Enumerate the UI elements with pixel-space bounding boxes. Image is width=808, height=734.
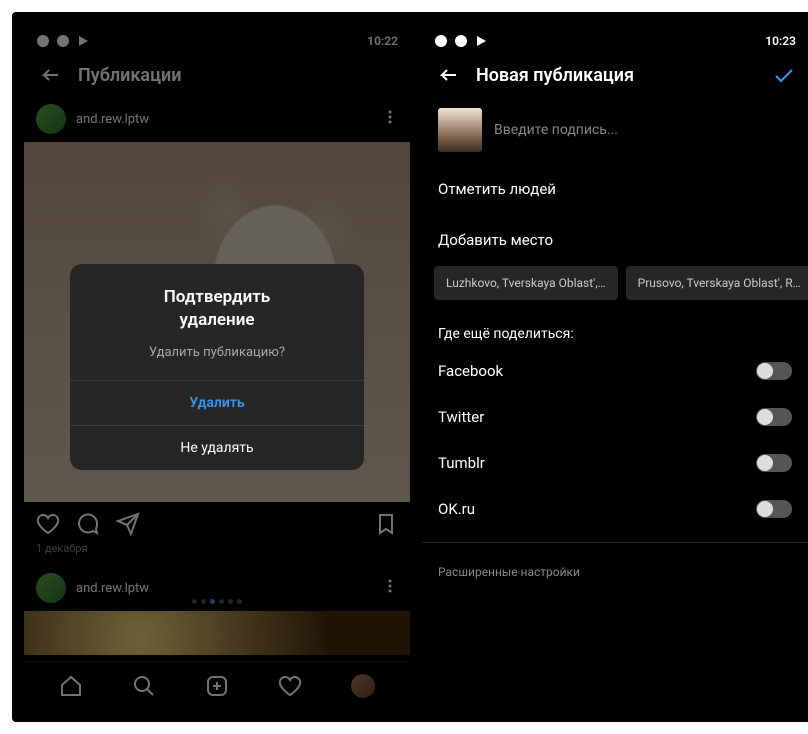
share-label: Facebook (438, 362, 503, 380)
toggle[interactable] (756, 454, 792, 472)
advanced-settings-button[interactable]: Расширенные настройки (422, 542, 808, 601)
delete-button[interactable]: Удалить (70, 380, 363, 425)
share-label: Twitter (438, 408, 484, 426)
cancel-button[interactable]: Не удалять (70, 425, 363, 470)
toggle[interactable] (756, 500, 792, 518)
share-twitter: Twitter (422, 394, 808, 440)
location-chip[interactable]: Luzhkovo, Tverskaya Oblast',… (434, 266, 618, 300)
share-section-title: Где ещё поделиться: (422, 308, 808, 348)
caption-input[interactable]: Введите подпись... (494, 122, 618, 138)
dialog-backdrop: Подтвердить удаление Удалить публикацию?… (24, 24, 410, 710)
share-okru: OK.ru (422, 486, 808, 532)
share-label: OK.ru (438, 500, 475, 518)
location-suggestions: Luzhkovo, Tverskaya Oblast',… Prusovo, T… (422, 266, 808, 308)
viber-icon (454, 34, 468, 48)
play-icon (474, 34, 488, 48)
tag-people-button[interactable]: Отметить людей (422, 164, 808, 215)
statusbar: 10:23 (422, 24, 808, 54)
statusbar-icons (434, 34, 488, 48)
add-location-button[interactable]: Добавить место (422, 215, 808, 266)
toggle[interactable] (756, 362, 792, 380)
page-title: Новая публикация (476, 65, 634, 86)
toggle[interactable] (756, 408, 792, 426)
back-icon[interactable] (436, 64, 458, 86)
confirm-dialog: Подтвердить удаление Удалить публикацию?… (70, 264, 363, 471)
dialog-title: Подтвердить удаление (70, 264, 363, 336)
location-chip[interactable]: Prusovo, Tverskaya Oblast', R… (626, 266, 808, 300)
viber-icon (434, 34, 448, 48)
confirm-icon[interactable] (772, 64, 794, 86)
phone-left: 10:22 Публикации and.rew.lptw (24, 24, 410, 710)
media-thumbnail[interactable] (438, 108, 482, 152)
clock: 10:23 (765, 34, 796, 48)
dialog-message: Удалить публикацию? (70, 335, 363, 380)
phone-right: 10:23 Новая публикация Введите подпись..… (422, 24, 808, 710)
share-facebook: Facebook (422, 348, 808, 394)
appbar: Новая публикация (422, 54, 808, 96)
share-label: Tumblr (438, 454, 485, 472)
share-tumblr: Tumblr (422, 440, 808, 486)
caption-row: Введите подпись... (422, 96, 808, 164)
